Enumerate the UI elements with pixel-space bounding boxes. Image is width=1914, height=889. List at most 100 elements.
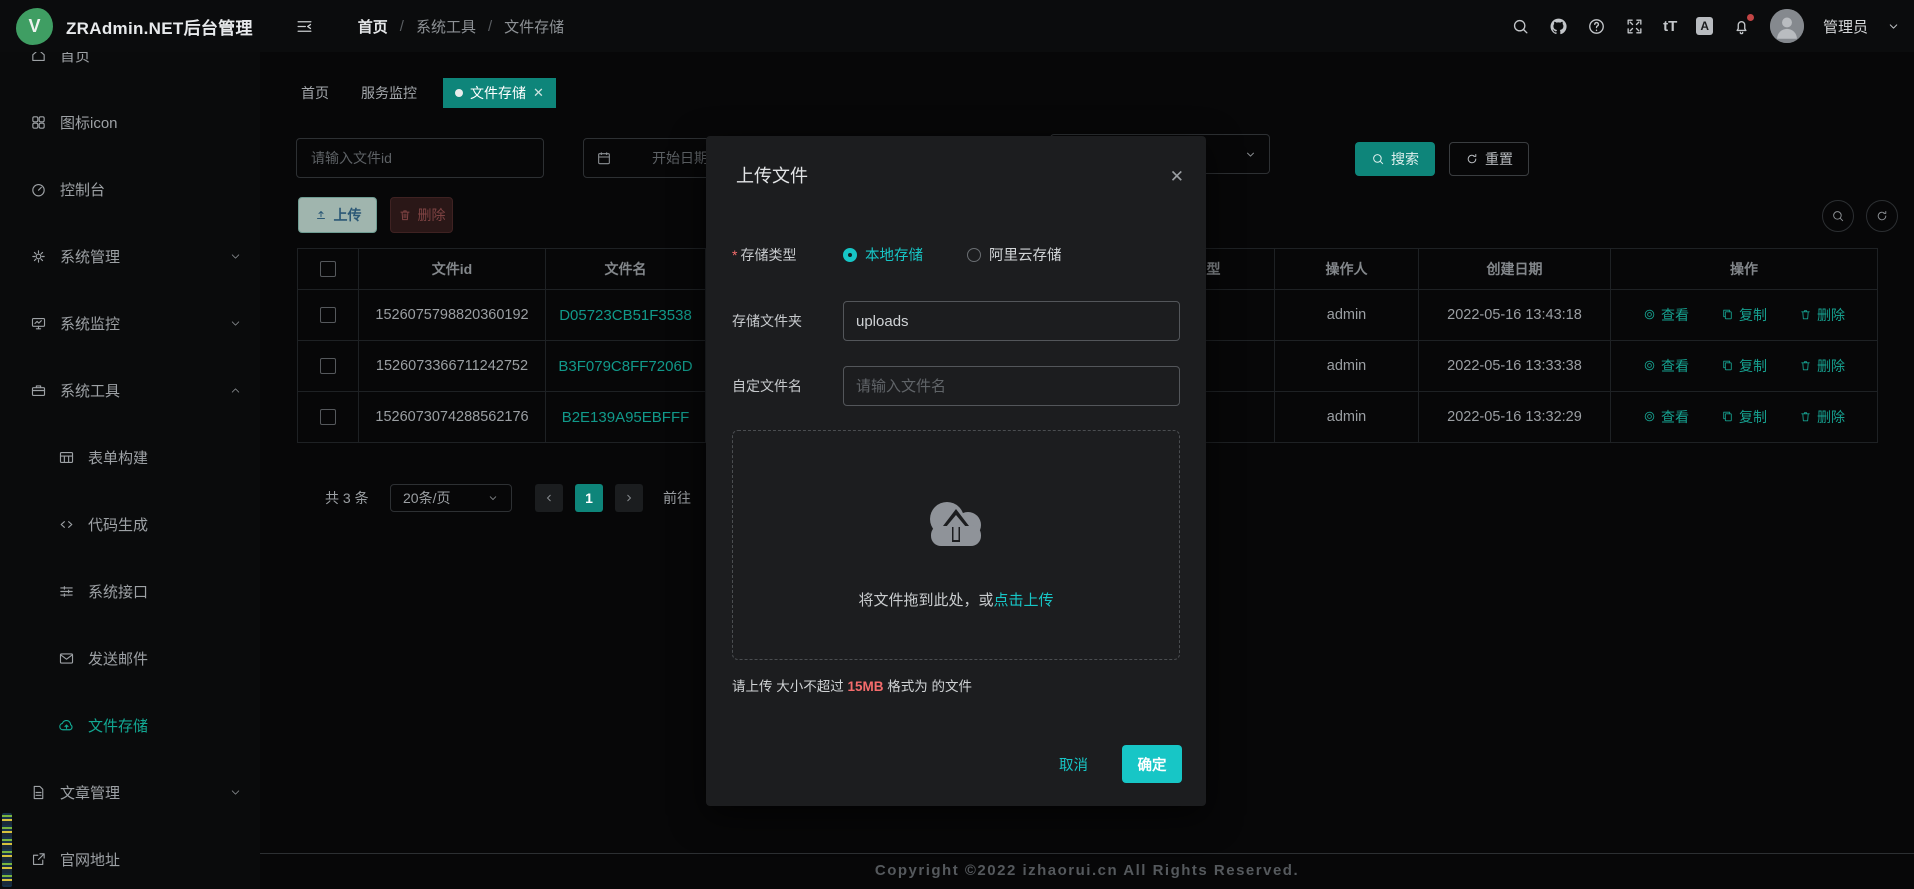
view-link[interactable]: 查看 (1643, 305, 1689, 325)
view-label: 查看 (1661, 356, 1689, 376)
copy-link[interactable]: 复制 (1721, 407, 1767, 427)
dialog-close-icon[interactable]: ✕ (1170, 167, 1184, 187)
copy-label: 复制 (1739, 407, 1767, 427)
search-button-label: 搜索 (1391, 149, 1419, 169)
reset-button[interactable]: 重置 (1449, 142, 1529, 176)
refresh-icon (1875, 209, 1889, 223)
upload-dropzone[interactable]: 将文件拖到此处，或点击上传 (732, 430, 1180, 660)
home-icon (30, 52, 47, 64)
goto-label: 前往 (663, 484, 691, 512)
confirm-button[interactable]: 确定 (1122, 745, 1182, 783)
sidebar-collapse-icon[interactable] (295, 17, 314, 36)
file-id-input[interactable] (296, 138, 544, 178)
prev-page-button[interactable] (535, 484, 563, 512)
sidebar-item-system-management[interactable]: 系统管理 (0, 223, 260, 290)
chevron-left-icon (543, 492, 555, 504)
delete-label: 删除 (1817, 407, 1845, 427)
dashboard-icon (30, 181, 47, 198)
help-icon[interactable] (1587, 17, 1606, 36)
select-all-checkbox[interactable] (320, 261, 336, 277)
search-icon[interactable] (1511, 17, 1530, 36)
sidebar-item-icons[interactable]: 图标icon (0, 89, 260, 156)
cell-file-name-link[interactable]: B3F079C8FF7206D (546, 341, 706, 392)
translate-icon[interactable]: A (1696, 17, 1713, 35)
filename-input[interactable] (843, 366, 1180, 406)
table-search-toggle-button[interactable] (1822, 200, 1854, 232)
sidebar-item-label: 表单构建 (88, 447, 148, 468)
reset-button-label: 重置 (1485, 149, 1513, 169)
row-checkbox[interactable] (320, 409, 336, 425)
dialog-footer: 取消 确定 (1059, 745, 1182, 783)
cell-file-id: 1526075798820360192 (359, 290, 546, 341)
user-name[interactable]: 管理员 (1823, 16, 1868, 37)
sidebar-item-system-tools[interactable]: 系统工具 (0, 357, 260, 424)
row-checkbox[interactable] (320, 358, 336, 374)
cell-created: 2022-05-16 13:32:29 (1419, 392, 1611, 443)
copy-link[interactable]: 复制 (1721, 305, 1767, 325)
copy-icon (1721, 410, 1734, 423)
sidebar-item-console[interactable]: 控制台 (0, 156, 260, 223)
page-number-1[interactable]: 1 (575, 484, 603, 512)
sidebar-item-article-management[interactable]: 文章管理 (0, 759, 260, 826)
sidebar-item-home[interactable]: 首页 (0, 52, 260, 89)
folder-input[interactable] (843, 301, 1180, 341)
tab-close-icon[interactable]: ✕ (533, 85, 544, 101)
tab-file-storage[interactable]: 文件存储 ✕ (443, 78, 556, 108)
cloud-upload-icon (919, 493, 993, 551)
delete-link[interactable]: 删除 (1799, 356, 1845, 376)
sidebar-item-official-site[interactable]: 官网地址 (0, 826, 260, 889)
upload-dialog: 上传文件 ✕ *存储类型 本地存储 阿里云存储 存储文件夹 (706, 136, 1206, 806)
briefcase-icon (30, 382, 47, 399)
upload-button[interactable]: 上传 (298, 197, 377, 233)
fullscreen-icon[interactable] (1625, 17, 1644, 36)
avatar[interactable] (1770, 9, 1804, 43)
font-size-icon[interactable]: tT (1663, 18, 1677, 35)
sidebar-item-label: 系统接口 (88, 581, 148, 602)
view-label: 查看 (1661, 305, 1689, 325)
sidebar-item-system-api[interactable]: 系统接口 (0, 558, 260, 625)
radio-aliyun-storage[interactable]: 阿里云存储 (967, 244, 1062, 265)
sidebar-item-form-builder[interactable]: 表单构建 (0, 424, 260, 491)
notification-dot (1747, 14, 1754, 21)
sidebar-item-code-generator[interactable]: 代码生成 (0, 491, 260, 558)
copyright-text: Copyright ©2022 izhaorui.cn All Rights R… (260, 862, 1914, 879)
required-asterisk: * (732, 247, 737, 263)
tab-home[interactable]: 首页 (295, 83, 335, 103)
next-page-button[interactable] (615, 484, 643, 512)
cell-file-name-link[interactable]: D05723CB51F3538 (546, 290, 706, 341)
sidebar-item-system-monitor[interactable]: 系统监控 (0, 290, 260, 357)
sidebar-item-label: 系统工具 (60, 380, 120, 401)
user-menu-chevron-down-icon[interactable] (1887, 20, 1900, 33)
cancel-button[interactable]: 取消 (1059, 754, 1088, 775)
chevron-up-icon (229, 384, 242, 397)
sidebar-item-label: 系统监控 (60, 313, 120, 334)
cell-file-name-link[interactable]: B2E139A95EBFFF (546, 392, 706, 443)
notifications-bell-icon[interactable] (1732, 17, 1751, 36)
breadcrumb: 首页 / 系统工具 / 文件存储 (358, 16, 564, 37)
tab-service-monitor[interactable]: 服务监控 (355, 83, 423, 103)
sidebar-item-label: 发送邮件 (88, 648, 148, 669)
copy-link[interactable]: 复制 (1721, 356, 1767, 376)
breadcrumb-home[interactable]: 首页 (358, 16, 388, 37)
delete-button[interactable]: 删除 (390, 197, 453, 233)
cell-created: 2022-05-16 13:43:18 (1419, 290, 1611, 341)
row-checkbox[interactable] (320, 307, 336, 323)
view-link[interactable]: 查看 (1643, 407, 1689, 427)
page-size-select[interactable]: 20条/页 (390, 484, 512, 512)
github-icon[interactable] (1549, 17, 1568, 36)
radio-local-storage[interactable]: 本地存储 (843, 244, 923, 265)
search-button[interactable]: 搜索 (1355, 142, 1435, 176)
delete-link[interactable]: 删除 (1799, 407, 1845, 427)
view-link[interactable]: 查看 (1643, 356, 1689, 376)
cell-file-id: 1526073074288562176 (359, 392, 546, 443)
cell-created: 2022-05-16 13:33:38 (1419, 341, 1611, 392)
document-icon (30, 784, 47, 801)
sidebar-item-file-storage[interactable]: 文件存储 (0, 692, 260, 759)
click-upload-link[interactable]: 点击上传 (994, 592, 1054, 609)
table-refresh-button[interactable] (1866, 200, 1898, 232)
delete-link[interactable]: 删除 (1799, 305, 1845, 325)
chevron-down-icon (1244, 148, 1257, 161)
sidebar-item-send-mail[interactable]: 发送邮件 (0, 625, 260, 692)
sidebar-item-label: 系统管理 (60, 246, 120, 267)
search-icon (1831, 209, 1845, 223)
